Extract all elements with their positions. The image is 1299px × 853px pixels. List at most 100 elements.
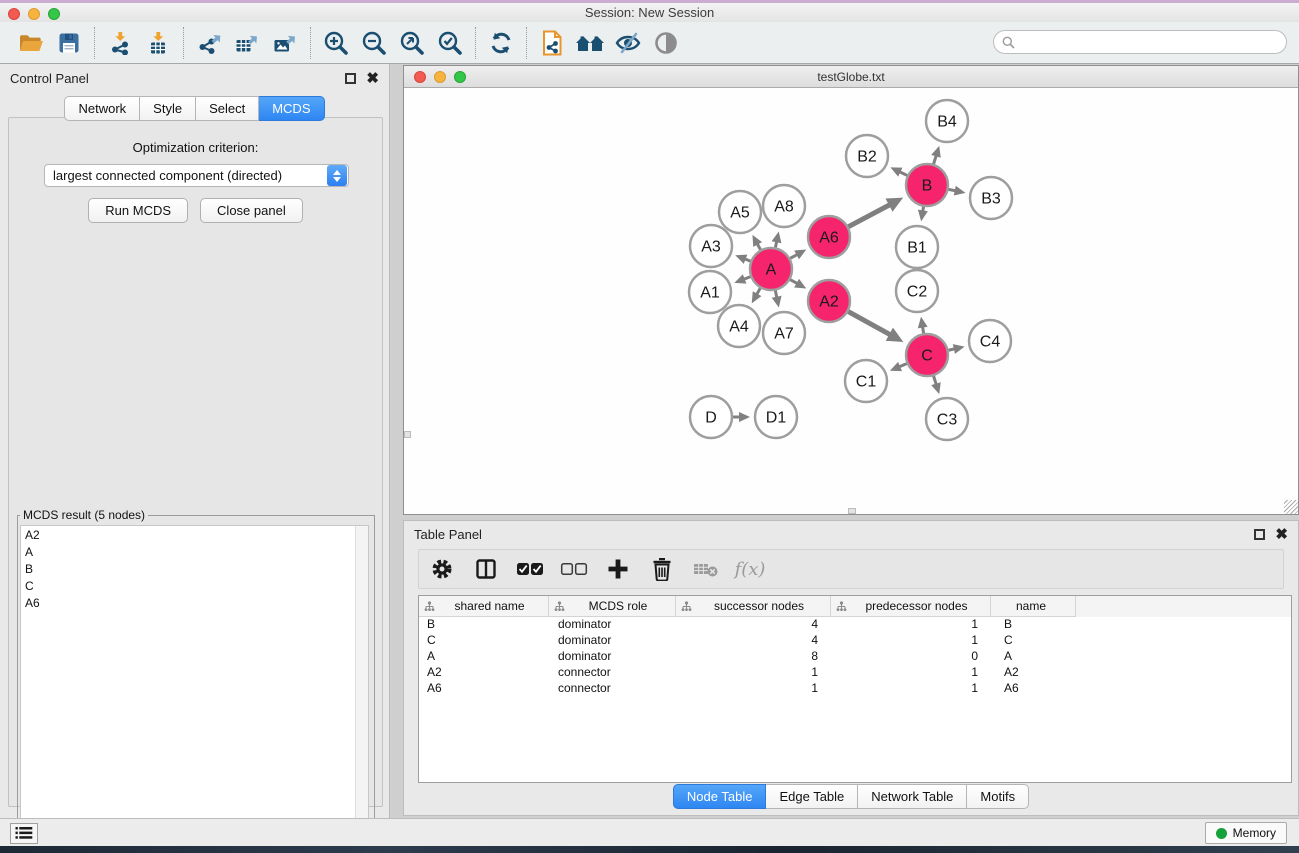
table-row[interactable]: Bdominator41B — [419, 617, 1291, 633]
home-icon[interactable] — [571, 26, 609, 60]
zoom-fit-icon[interactable] — [393, 26, 431, 60]
float-panel-icon[interactable] — [345, 73, 356, 84]
select-all-icon[interactable] — [515, 554, 545, 584]
table-cell[interactable]: 8 — [676, 649, 831, 665]
export-table-icon[interactable] — [228, 26, 266, 60]
run-mcds-button[interactable]: Run MCDS — [88, 198, 188, 223]
close-panel-button[interactable]: Close panel — [200, 198, 303, 223]
import-network-icon[interactable] — [101, 26, 139, 60]
table-cell[interactable]: B — [991, 617, 1076, 633]
search-input[interactable] — [1015, 32, 1286, 52]
save-session-icon[interactable] — [50, 26, 88, 60]
table-cell[interactable]: dominator — [549, 617, 676, 633]
table-cell[interactable]: A6 — [419, 681, 549, 697]
table-row[interactable]: A2connector11A2 — [419, 665, 1291, 681]
table-options-icon[interactable] — [427, 554, 457, 584]
result-item[interactable]: A — [21, 543, 368, 560]
hide-graphics-details-icon[interactable] — [609, 26, 647, 60]
table-row[interactable]: A6connector11A6 — [419, 681, 1291, 697]
delete-table-icon[interactable] — [691, 554, 721, 584]
close-panel-icon[interactable]: ✖ — [366, 73, 379, 84]
table-cell[interactable]: dominator — [549, 633, 676, 649]
close-window-button[interactable] — [8, 8, 20, 20]
table-cell[interactable]: C — [419, 633, 549, 649]
window-resize-grip[interactable] — [1284, 500, 1298, 514]
network-canvas[interactable]: B4B2BB3A5A8A6A3B1AA1C2A2A4A7C4CC1DD1C3 — [404, 88, 1298, 514]
open-file-icon[interactable] — [12, 26, 50, 60]
tab-motifs[interactable]: Motifs — [967, 784, 1029, 809]
table-cell[interactable]: C — [991, 633, 1076, 649]
table-cell[interactable]: 0 — [831, 649, 991, 665]
network-from-document-icon[interactable] — [533, 26, 571, 60]
tab-mcds[interactable]: MCDS — [259, 96, 324, 121]
task-history-button[interactable] — [10, 823, 38, 844]
column-header-successor-nodes[interactable]: successor nodes — [676, 596, 831, 617]
result-item[interactable]: B — [21, 560, 368, 577]
show-graphics-details-icon[interactable] — [647, 26, 685, 60]
unselect-all-icon[interactable] — [559, 554, 589, 584]
edge-A2-C[interactable] — [848, 312, 891, 336]
edge-A6-B[interactable] — [848, 204, 890, 226]
window-title: Session: New Session — [585, 5, 714, 20]
table-row[interactable]: Cdominator41C — [419, 633, 1291, 649]
application-window: Session: New Session — [0, 0, 1299, 853]
delete-columns-icon[interactable] — [647, 554, 677, 584]
tab-select[interactable]: Select — [196, 96, 259, 121]
table-cell[interactable]: 4 — [676, 617, 831, 633]
table-cell[interactable]: 1 — [676, 681, 831, 697]
result-scrollbar[interactable] — [355, 526, 368, 842]
function-builder-icon[interactable]: f(x) — [735, 554, 765, 584]
zoom-network-button[interactable] — [454, 71, 466, 83]
column-header-name[interactable]: name — [991, 596, 1076, 617]
column-header-MCDS-role[interactable]: MCDS role — [549, 596, 676, 617]
tab-edge-table[interactable]: Edge Table — [766, 784, 858, 809]
column-header-shared-name[interactable]: shared name — [419, 596, 549, 617]
table-cell[interactable]: connector — [549, 665, 676, 681]
table-cell[interactable]: 1 — [831, 633, 991, 649]
minimize-window-button[interactable] — [28, 8, 40, 20]
table-cell[interactable]: A — [419, 649, 549, 665]
table-cell[interactable]: A2 — [991, 665, 1076, 681]
close-table-panel-icon[interactable]: ✖ — [1275, 529, 1288, 540]
memory-button[interactable]: Memory — [1205, 822, 1287, 844]
export-image-icon[interactable] — [266, 26, 304, 60]
add-column-icon[interactable] — [603, 554, 633, 584]
table-cell[interactable]: A6 — [991, 681, 1076, 697]
table-cell[interactable]: 1 — [831, 617, 991, 633]
table-cell[interactable]: 4 — [676, 633, 831, 649]
close-network-button[interactable] — [414, 71, 426, 83]
refresh-layout-icon[interactable] — [482, 26, 520, 60]
minimize-network-button[interactable] — [434, 71, 446, 83]
zoom-in-icon[interactable] — [317, 26, 355, 60]
import-table-icon[interactable] — [139, 26, 177, 60]
tab-network-table[interactable]: Network Table — [858, 784, 967, 809]
table-cell[interactable]: dominator — [549, 649, 676, 665]
table-row[interactable]: Adominator80A — [419, 649, 1291, 665]
result-item[interactable]: A6 — [21, 594, 368, 611]
export-network-icon[interactable] — [190, 26, 228, 60]
node-table[interactable]: shared nameMCDS rolesuccessor nodesprede… — [418, 595, 1292, 783]
table-cell[interactable]: connector — [549, 681, 676, 697]
zoom-out-icon[interactable] — [355, 26, 393, 60]
horizontal-scroll-thumb[interactable] — [848, 508, 856, 514]
result-item[interactable]: C — [21, 577, 368, 594]
float-table-panel-icon[interactable] — [1254, 529, 1265, 540]
table-cell[interactable]: 1 — [831, 665, 991, 681]
tab-style[interactable]: Style — [140, 96, 196, 121]
table-cell[interactable]: A — [991, 649, 1076, 665]
table-cell[interactable]: B — [419, 617, 549, 633]
split-panel-icon[interactable] — [471, 554, 501, 584]
tab-network[interactable]: Network — [64, 96, 140, 121]
search-box[interactable] — [993, 30, 1287, 54]
table-cell[interactable]: 1 — [676, 665, 831, 681]
result-item[interactable]: A2 — [21, 526, 368, 543]
criterion-dropdown[interactable]: largest connected component (directed) — [44, 164, 349, 187]
zoom-window-button[interactable] — [48, 8, 60, 20]
zoom-selected-icon[interactable] — [431, 26, 469, 60]
column-header-predecessor-nodes[interactable]: predecessor nodes — [831, 596, 991, 617]
tab-node-table[interactable]: Node Table — [673, 784, 767, 809]
table-cell[interactable]: 1 — [831, 681, 991, 697]
table-cell[interactable]: A2 — [419, 665, 549, 681]
vertical-scroll-thumb[interactable] — [404, 431, 411, 438]
network-graph[interactable]: B4B2BB3A5A8A6A3B1AA1C2A2A4A7C4CC1DD1C3 — [404, 88, 1298, 514]
